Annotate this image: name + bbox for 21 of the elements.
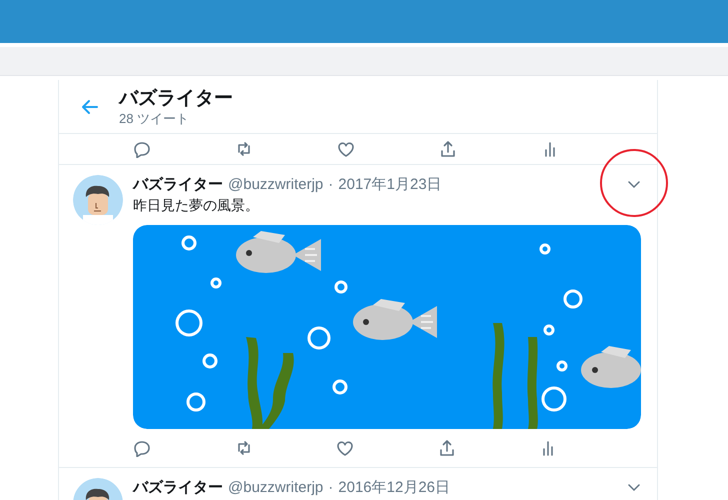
reply-icon[interactable] [133,439,151,457]
reply-icon[interactable] [133,140,151,158]
share-icon[interactable] [439,140,457,158]
user-name[interactable]: バズライター [133,175,223,195]
user-name[interactable]: バズライター [133,478,223,498]
tweet-date[interactable]: 2017年1月23日 [338,175,442,195]
heart-icon[interactable] [336,439,354,457]
separator-dot: · [328,478,334,498]
tweet-date[interactable]: 2016年12月26日 [338,478,450,498]
chevron-down-icon[interactable] [627,482,641,492]
tweet-count: 28 ツイート [119,110,190,126]
separator-dot: · [328,175,334,195]
user-handle[interactable]: @buzzwriterjp [228,478,324,498]
share-icon[interactable] [438,439,456,457]
profile-title: バズライター [119,86,233,110]
heart-icon[interactable] [337,140,355,158]
retweet-icon[interactable] [235,140,253,158]
avatar [73,175,123,225]
tweet-text: 昨日見た夢の風景。 [133,196,260,215]
user-handle[interactable]: @buzzwriterjp [228,175,324,195]
chevron-down-icon[interactable] [627,179,641,189]
